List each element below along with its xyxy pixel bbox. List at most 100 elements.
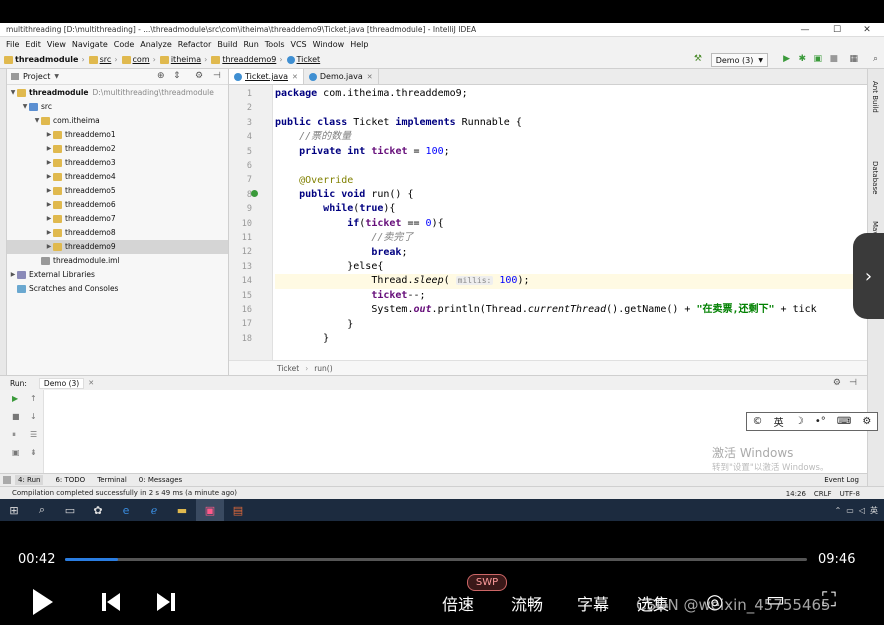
wrap-icon[interactable]: ☰ (30, 430, 37, 439)
play-icon[interactable] (30, 587, 56, 617)
menu-view[interactable]: View (47, 40, 66, 49)
menu-file[interactable]: File (6, 40, 19, 49)
menu-vcs[interactable]: VCS (291, 40, 307, 49)
next-icon[interactable] (155, 591, 177, 613)
menu-help[interactable]: Help (350, 40, 368, 49)
database-tab[interactable]: Database (871, 161, 879, 194)
tree-item-package[interactable]: ▶ threaddemo6 (7, 198, 228, 212)
camera-icon[interactable]: ▣ (12, 448, 20, 457)
ime-punctuation-icon[interactable]: •° (815, 416, 826, 427)
tab-run[interactable]: 4: Run (15, 475, 44, 485)
intellij-icon[interactable]: ▣ (196, 499, 224, 521)
gear-icon[interactable]: ⚙ (862, 416, 871, 427)
tree-item-scratches[interactable]: Scratches and Consoles (7, 282, 228, 296)
subtitles-button[interactable]: 字幕 (577, 591, 609, 615)
code-area[interactable]: package com.itheima.threaddemo9; public … (275, 85, 867, 360)
ime-moon-icon[interactable]: ☽ (795, 416, 804, 427)
crumb-ticket[interactable]: Ticket (283, 55, 320, 64)
project-structure-icon[interactable]: ▦ (849, 54, 858, 64)
down-arrow-icon[interactable]: ↓ (30, 412, 37, 421)
app-icon[interactable]: ✿ (84, 499, 112, 521)
breadcrumb-method[interactable]: run() (314, 364, 332, 373)
tree-item-package[interactable]: ▶ threaddemo4 (7, 170, 228, 184)
tree-item-iml[interactable]: threadmodule.iml (7, 254, 228, 268)
toggle-toolbar-icon[interactable] (3, 476, 11, 484)
tree-item-package[interactable]: ▶ threaddemo7 (7, 212, 228, 226)
tree-item-com-itheima[interactable]: ▼ com.itheima (7, 114, 228, 128)
project-panel-header[interactable]: Project ▼ ⊕ ⇕ ⚙ ⊣ (7, 69, 228, 85)
hide-icon[interactable]: ⊣ (849, 378, 857, 388)
close-icon[interactable]: ✕ (292, 73, 298, 81)
tab-demo-java[interactable]: Demo.java ✕ (304, 69, 379, 84)
tree-item-external-libraries[interactable]: ▶ External Libraries (7, 268, 228, 282)
gear-icon[interactable]: ⚙ (195, 71, 203, 81)
tree-item-package[interactable]: ▶ threaddemo2 (7, 142, 228, 156)
stop-icon[interactable]: ■ (829, 54, 838, 64)
crumb-src[interactable]: src (85, 55, 111, 64)
menu-tools[interactable]: Tools (265, 40, 285, 49)
volume-icon[interactable]: ◁ (859, 506, 865, 515)
ime-icon[interactable]: 英 (870, 505, 878, 516)
run-icon[interactable]: ▶ (783, 54, 790, 64)
rerun-icon[interactable]: ▶ (12, 394, 18, 403)
tree-item-src[interactable]: ▼ src (7, 100, 228, 114)
menu-edit[interactable]: Edit (25, 40, 41, 49)
tree-item-threadmodule[interactable]: ▼ threadmodule D:\multithreading\threadm… (7, 86, 228, 100)
event-log-button[interactable]: Event Log (824, 476, 859, 484)
close-icon[interactable]: ✕ (88, 379, 94, 387)
file-explorer-icon[interactable]: ▬ (168, 499, 196, 521)
tab-messages[interactable]: 0: Messages (139, 476, 182, 484)
scroll-end-icon[interactable]: ⇟ (30, 448, 37, 457)
close-icon[interactable]: ✕ (367, 73, 373, 81)
crumb-threaddemo9[interactable]: threaddemo9 (207, 55, 276, 64)
tree-item-package[interactable]: ▶ threaddemo3 (7, 156, 228, 170)
tree-item-package[interactable]: ▶ threaddemo8 (7, 226, 228, 240)
build-hammer-icon[interactable]: ⚒ (694, 54, 702, 64)
progress-bar[interactable] (65, 558, 807, 561)
run-tab-demo[interactable]: Demo (3) (38, 377, 85, 389)
maximize-button[interactable]: ☐ (822, 23, 852, 37)
keyboard-icon[interactable]: ⌨ (837, 416, 851, 427)
menu-build[interactable]: Build (217, 40, 237, 49)
collapse-icon[interactable]: ⇕ (173, 71, 181, 81)
crumb-com[interactable]: com (118, 55, 150, 64)
next-chevron-icon[interactable]: › (853, 233, 884, 319)
tree-item-threaddemo9-selected[interactable]: ▶ threaddemo9 (7, 240, 228, 254)
task-view-icon[interactable]: ▭ (56, 499, 84, 521)
menu-window[interactable]: Window (313, 40, 345, 49)
close-button[interactable]: ✕ (852, 23, 882, 37)
up-arrow-icon[interactable]: ↑ (30, 394, 37, 403)
gear-icon[interactable]: ⚙ (833, 378, 841, 388)
windows-start-icon[interactable]: ⊞ (0, 499, 28, 521)
tree-item-package[interactable]: ▶ threaddemo1 (7, 128, 228, 142)
menu-analyze[interactable]: Analyze (140, 40, 172, 49)
menu-run[interactable]: Run (243, 40, 258, 49)
debug-icon[interactable]: ✱ (798, 54, 806, 64)
menu-code[interactable]: Code (114, 40, 134, 49)
breadcrumb-class[interactable]: Ticket (277, 364, 299, 373)
tab-terminal[interactable]: Terminal (97, 476, 127, 484)
menu-navigate[interactable]: Navigate (72, 40, 108, 49)
quality-button[interactable]: 流畅 (511, 591, 543, 615)
tab-todo[interactable]: 6: TODO (55, 476, 85, 484)
run-config-select[interactable]: Demo (3) ▼ (710, 53, 768, 67)
chevron-up-icon[interactable]: ⌃ (835, 506, 842, 515)
tree-item-package[interactable]: ▶ threaddemo5 (7, 184, 228, 198)
coverage-icon[interactable]: ▣ (813, 54, 822, 64)
ie-icon[interactable]: ℯ (140, 499, 168, 521)
override-marker-icon[interactable] (251, 190, 258, 197)
search-icon[interactable]: ⌕ (28, 499, 56, 521)
search-icon[interactable]: ⌕ (873, 54, 878, 64)
network-icon[interactable]: ▭ (846, 506, 854, 515)
speed-button[interactable]: 倍速 (442, 591, 474, 615)
file-encoding[interactable]: UTF-8 (840, 490, 860, 498)
hide-icon[interactable]: ⊣ (213, 71, 221, 81)
locate-icon[interactable]: ⊕ (157, 71, 165, 81)
menu-refactor[interactable]: Refactor (178, 40, 212, 49)
previous-icon[interactable] (100, 591, 122, 613)
stop-icon[interactable]: ■ (12, 412, 20, 421)
minimize-button[interactable]: — (790, 23, 820, 37)
ime-language-toggle[interactable]: 英 (774, 414, 784, 429)
edge-icon[interactable]: e (112, 499, 140, 521)
ime-logo-icon[interactable]: © (753, 416, 763, 427)
